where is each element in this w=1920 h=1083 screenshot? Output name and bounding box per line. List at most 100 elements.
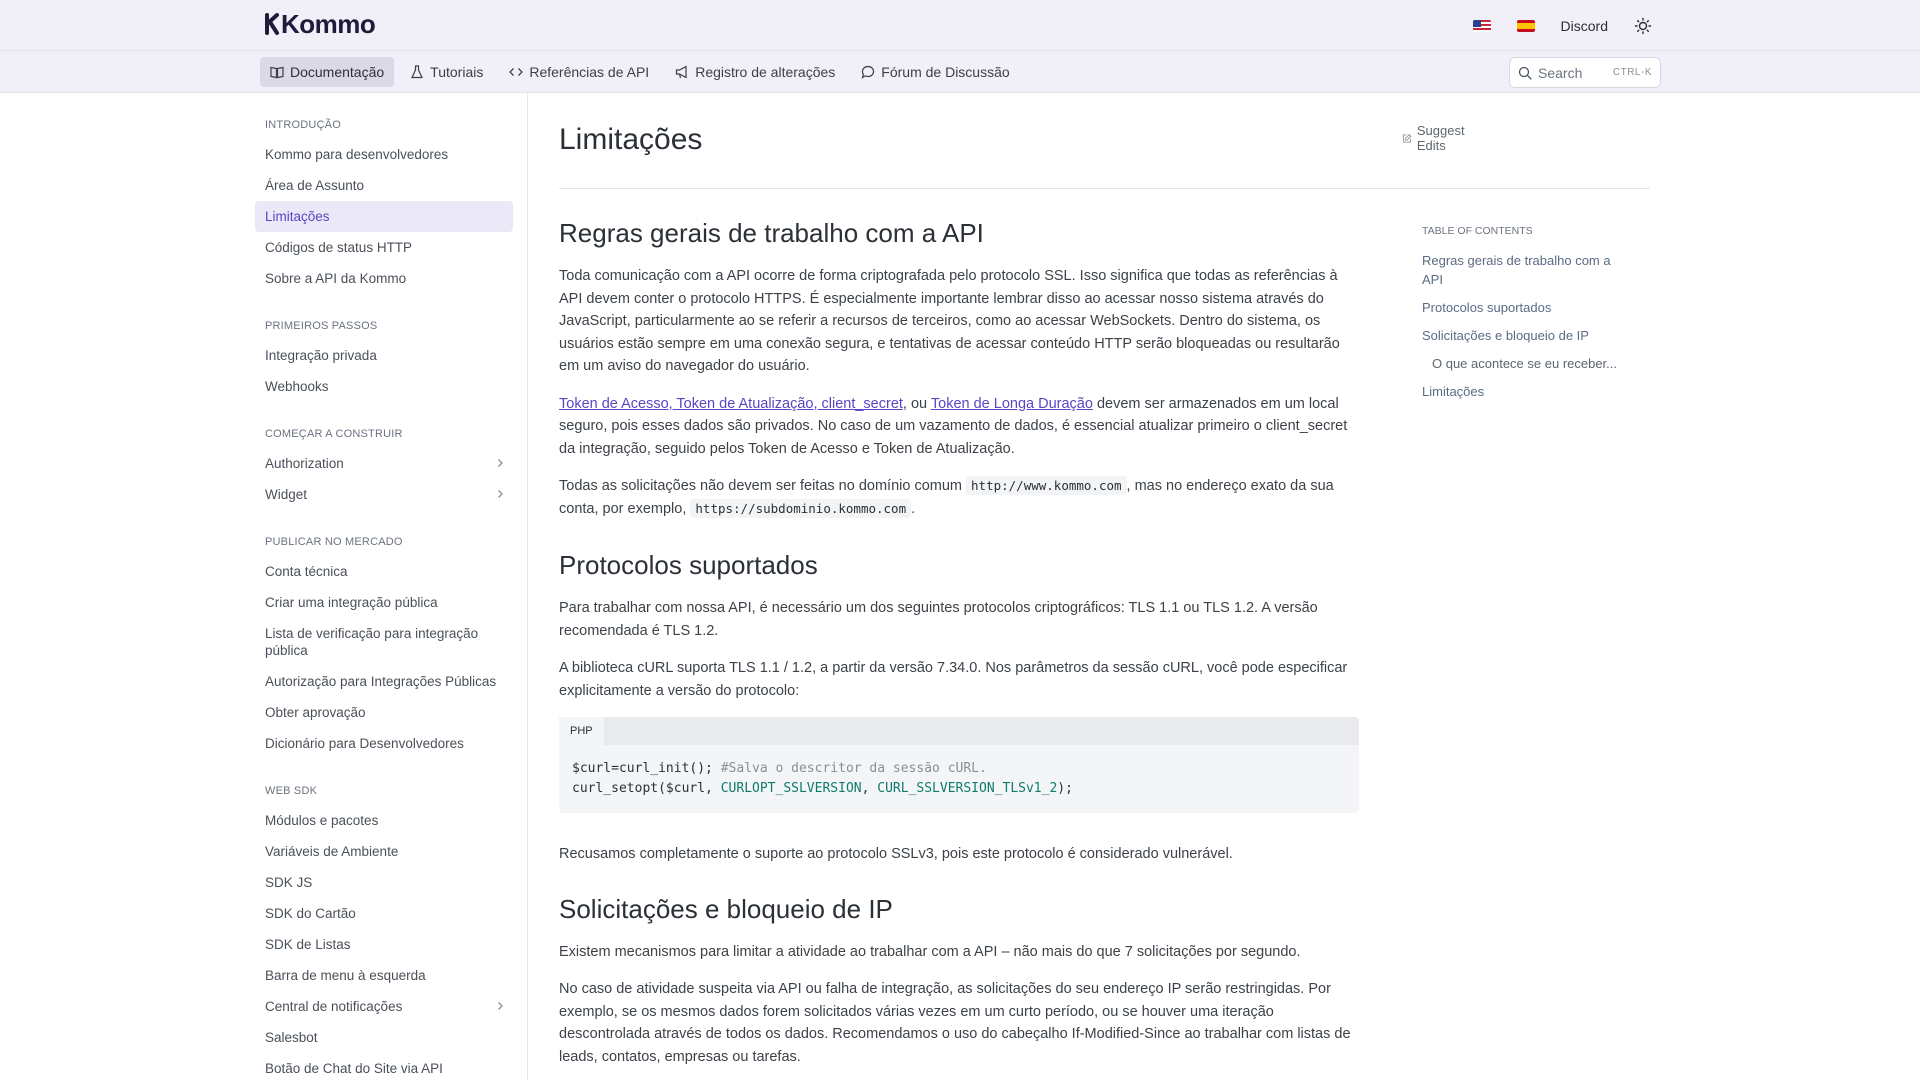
sidebar-item-label: Kommo para desenvolvedores bbox=[265, 147, 449, 162]
paragraph: Toda comunicação com a API ocorre de for… bbox=[559, 268, 1340, 374]
chevron-right-icon[interactable] bbox=[495, 458, 505, 468]
sidebar-item[interactable]: Conta técnica bbox=[255, 556, 513, 587]
sidebar-item-label: Obter aprovação bbox=[265, 705, 366, 720]
toc-item[interactable]: Regras gerais de trabalho com a API bbox=[1422, 251, 1622, 289]
sidebar-item[interactable]: Módulos e pacotes bbox=[255, 805, 513, 836]
sidebar-item-label: Dicionário para Desenvolvedores bbox=[265, 736, 464, 751]
sidebar-item-label: Integração privada bbox=[265, 348, 377, 363]
search-placeholder: Search bbox=[1538, 64, 1583, 81]
title-divider bbox=[559, 188, 1650, 189]
tab-tutoriais[interactable]: Tutoriais bbox=[400, 57, 493, 87]
sidebar-item-label: Sobre a API da Kommo bbox=[265, 271, 407, 286]
paragraph: No caso de atividade suspeita via API ou… bbox=[559, 981, 1351, 1065]
sidebar-item[interactable]: Central de notificações bbox=[255, 991, 513, 1022]
sidebar-section-title: INTRODUÇÃO bbox=[265, 119, 341, 131]
sidebar-item[interactable]: SDK JS bbox=[255, 867, 513, 898]
tab-label: Registro de alterações bbox=[695, 64, 836, 80]
book-icon bbox=[270, 66, 284, 79]
sidebar-item[interactable]: Área de Assunto bbox=[255, 170, 513, 201]
sidebar-item[interactable]: Dicionário para Desenvolvedores bbox=[255, 728, 513, 759]
sidebar-item[interactable]: Webhooks bbox=[255, 371, 513, 402]
suggest-edits-button[interactable]: Suggest Edits bbox=[1402, 123, 1470, 153]
sidebar-item[interactable]: Barra de menu à esquerda bbox=[255, 960, 513, 991]
toc-title: TABLE OF CONTENTS bbox=[1422, 225, 1533, 237]
sidebar-item[interactable]: SDK de Listas bbox=[255, 929, 513, 960]
sidebar-item-label: Botão de Chat do Site via API bbox=[265, 1061, 443, 1076]
sidebar-item[interactable]: SDK do Cartão bbox=[255, 898, 513, 929]
suggest-edits-label: Suggest Edits bbox=[1416, 123, 1465, 153]
toc-item[interactable]: Protocolos suportados bbox=[1422, 298, 1622, 317]
sidebar-item[interactable]: Sobre a API da Kommo bbox=[255, 263, 513, 294]
sidebar-item-label: Lista de verificação para integração púb… bbox=[265, 626, 479, 658]
tab-label: Tutoriais bbox=[430, 64, 484, 80]
inline-code: http://www.kommo.com bbox=[966, 476, 1127, 495]
code-comment: #Salva o descritor da sessão cURL. bbox=[720, 761, 987, 776]
paragraph: Existem mecanismos para limitar a ativid… bbox=[559, 943, 1301, 960]
text-span: . bbox=[911, 500, 916, 517]
code-constant: CURLOPT_SSLVERSION bbox=[720, 781, 862, 796]
code-lang-tab[interactable]: PHP bbox=[559, 717, 604, 745]
sidebar-item[interactable]: Authorization bbox=[255, 448, 513, 479]
toc-item[interactable]: Solicitações e bloqueio de IP bbox=[1422, 326, 1622, 345]
chevron-right-icon[interactable] bbox=[495, 489, 505, 499]
kommo-logo-mark bbox=[265, 13, 279, 35]
chevron-right-icon[interactable] bbox=[495, 1001, 505, 1011]
tab-label: Referências de API bbox=[529, 64, 650, 80]
sidebar-item[interactable]: Salesbot bbox=[255, 1022, 513, 1053]
tab-label: Fórum de Discussão bbox=[881, 64, 1010, 80]
sun-icon[interactable] bbox=[1634, 17, 1652, 35]
top-header: Kommo Discord bbox=[0, 0, 1920, 51]
sidebar-item-label: Barra de menu à esquerda bbox=[265, 968, 426, 983]
kommo-logo[interactable]: Kommo bbox=[264, 9, 376, 39]
table-of-contents: TABLE OF CONTENTS Regras gerais de traba… bbox=[1422, 225, 1622, 410]
megaphone-icon bbox=[676, 65, 687, 79]
sidebar-item[interactable]: Criar uma integração pública bbox=[255, 587, 513, 618]
discord-link[interactable]: Discord bbox=[1561, 18, 1608, 34]
flag-us-icon[interactable] bbox=[1472, 19, 1491, 32]
sidebar-item[interactable]: Obter aprovação bbox=[255, 697, 513, 728]
sidebar-item[interactable]: Limitações bbox=[255, 201, 513, 232]
toc-item[interactable]: O que acontece se eu receber... bbox=[1422, 354, 1622, 373]
sidebar-item[interactable]: Códigos de status HTTP bbox=[255, 232, 513, 263]
toc-item[interactable]: Limitações bbox=[1422, 382, 1622, 401]
paragraph: Todas as solicitações não devem ser feit… bbox=[559, 475, 1359, 520]
code-icon bbox=[509, 68, 524, 76]
paragraph: A biblioteca cURL suporta TLS 1.1 / 1.2,… bbox=[559, 660, 1348, 699]
sidebar-item[interactable]: Kommo para desenvolvedores bbox=[255, 139, 513, 170]
sidebar-item-label: Salesbot bbox=[265, 1030, 318, 1045]
tab-referencias-api[interactable]: Referências de API bbox=[499, 57, 659, 87]
search-icon bbox=[1518, 66, 1532, 80]
sidebar-section-title: COMEÇAR A CONSTRUIR bbox=[265, 428, 403, 440]
chat-icon bbox=[861, 65, 875, 79]
page-title: Limitações bbox=[559, 123, 703, 156]
sidebar-item[interactable]: Widget bbox=[255, 479, 513, 510]
tab-registro-alteracoes[interactable]: Registro de alterações bbox=[665, 57, 845, 87]
sidebar-item-label: Limitações bbox=[265, 209, 330, 224]
sidebar-item[interactable]: Botão de Chat do Site via API bbox=[255, 1053, 513, 1080]
sidebar-item[interactable]: Lista de verificação para integração púb… bbox=[255, 618, 513, 666]
sidebar-item-label: Autorização para Integrações Públicas bbox=[265, 674, 497, 689]
flag-es-icon[interactable] bbox=[1516, 19, 1535, 32]
section-heading: Regras gerais de trabalho com a API bbox=[559, 218, 984, 248]
code-constant: CURL_SSLVERSION_TLSv1_2 bbox=[877, 781, 1058, 796]
sidebar-section-title: PUBLICAR NO MERCADO bbox=[265, 536, 403, 548]
sidebar-item[interactable]: Autorização para Integrações Públicas bbox=[255, 666, 513, 697]
article-body: Regras gerais de trabalho com a API Toda… bbox=[559, 218, 1359, 1083]
sidebar-item-label: Conta técnica bbox=[265, 564, 348, 579]
sidebar-item[interactable]: Variáveis de Ambiente bbox=[255, 836, 513, 867]
sidebar-item[interactable]: Integração privada bbox=[255, 340, 513, 371]
inline-code: https://subdominio.kommo.com bbox=[690, 498, 912, 518]
paragraph: Token de Acesso, Token de Atualização, c… bbox=[559, 393, 1359, 461]
tab-forum[interactable]: Fórum de Discussão bbox=[851, 57, 1019, 87]
sidebar-item-label: Criar uma integração pública bbox=[265, 595, 438, 610]
sidebar-item-label: Área de Assunto bbox=[265, 178, 365, 193]
sidebar-item-label: SDK de Listas bbox=[265, 937, 351, 952]
code-token: , bbox=[861, 781, 878, 796]
token-link[interactable]: Token de Acesso, Token de Atualização, c… bbox=[559, 396, 903, 412]
section-heading: Protocolos suportados bbox=[559, 550, 818, 580]
tab-documentacao[interactable]: Documentação bbox=[260, 57, 395, 87]
paragraph: Para trabalhar com nossa API, é necessár… bbox=[559, 600, 1318, 639]
sidebar-section-title: PRIMEIROS PASSOS bbox=[265, 320, 378, 332]
long-token-link[interactable]: Token de Longa Duração bbox=[931, 396, 1093, 412]
search-input[interactable]: Search CTRL-K bbox=[1509, 57, 1661, 88]
